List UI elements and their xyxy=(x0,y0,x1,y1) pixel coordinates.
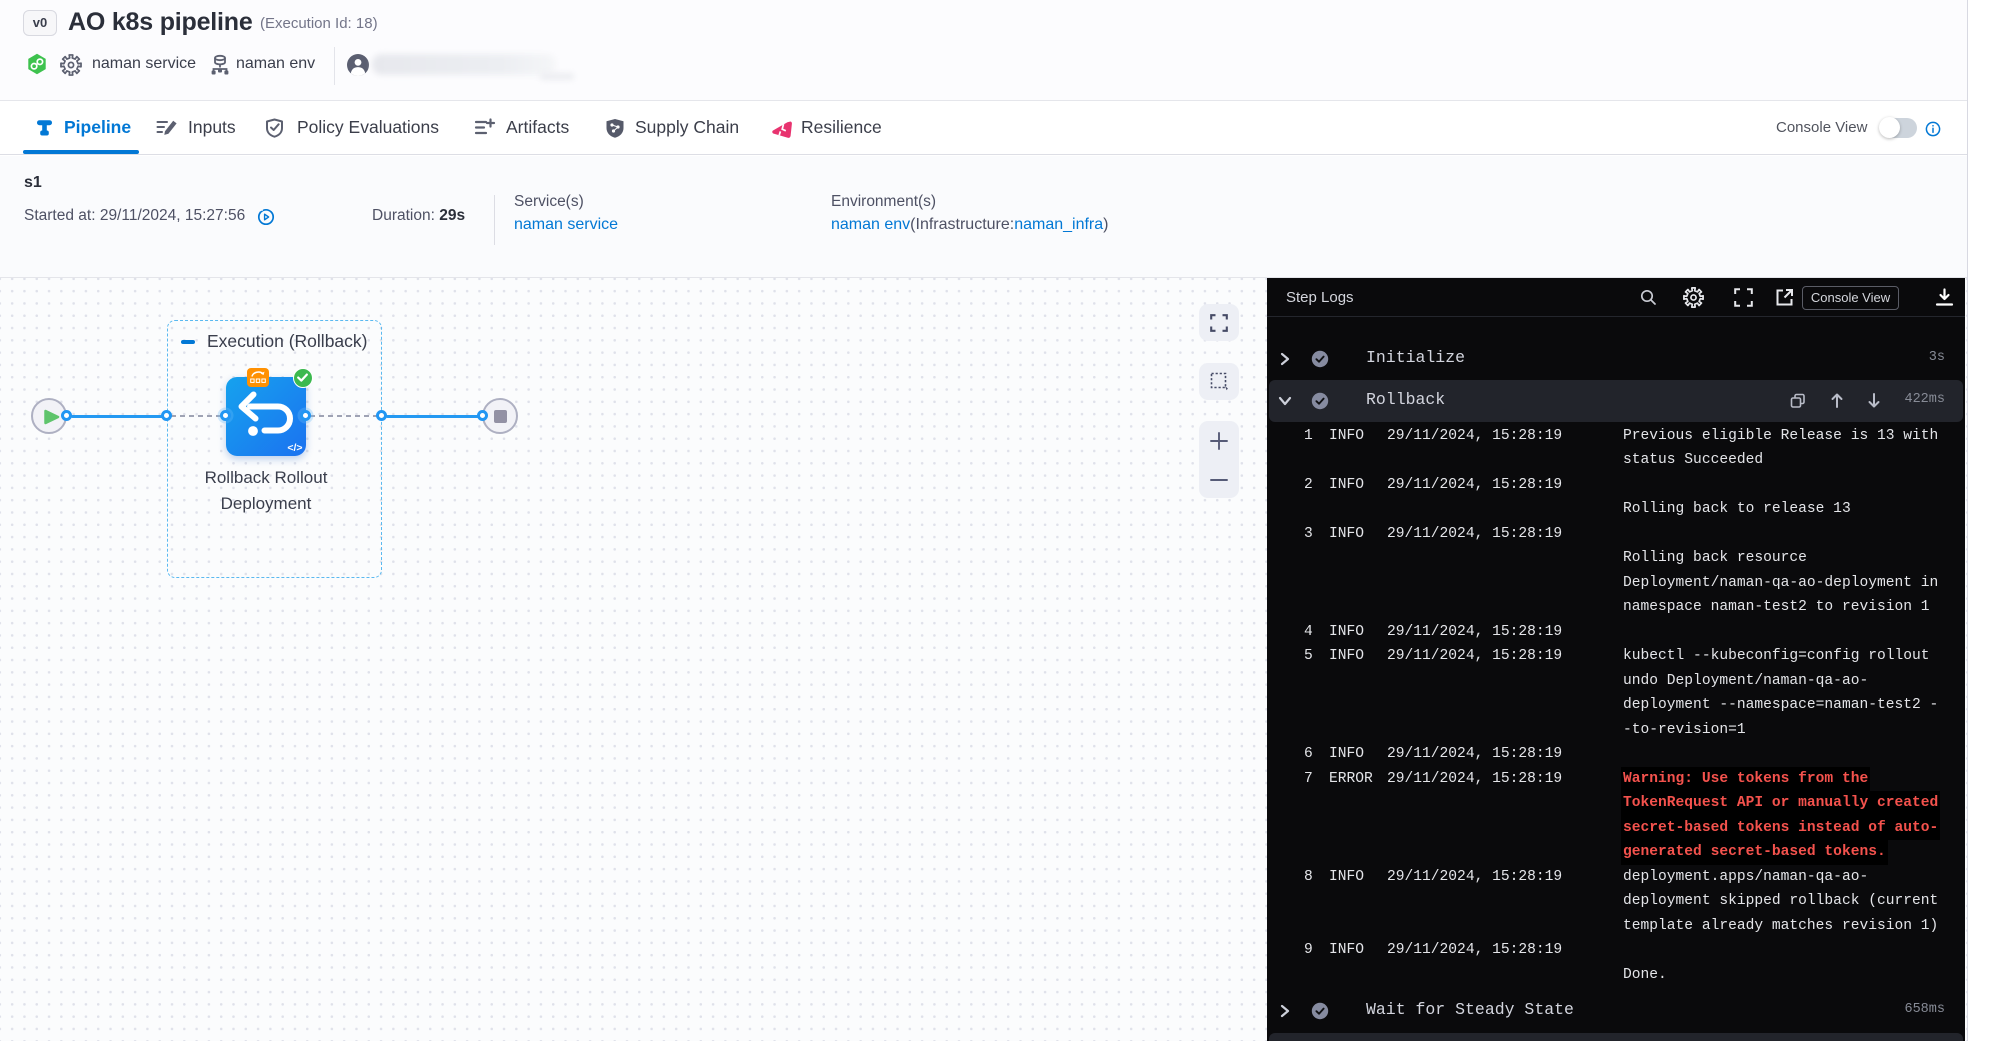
svg-text:</>: </> xyxy=(287,442,302,454)
